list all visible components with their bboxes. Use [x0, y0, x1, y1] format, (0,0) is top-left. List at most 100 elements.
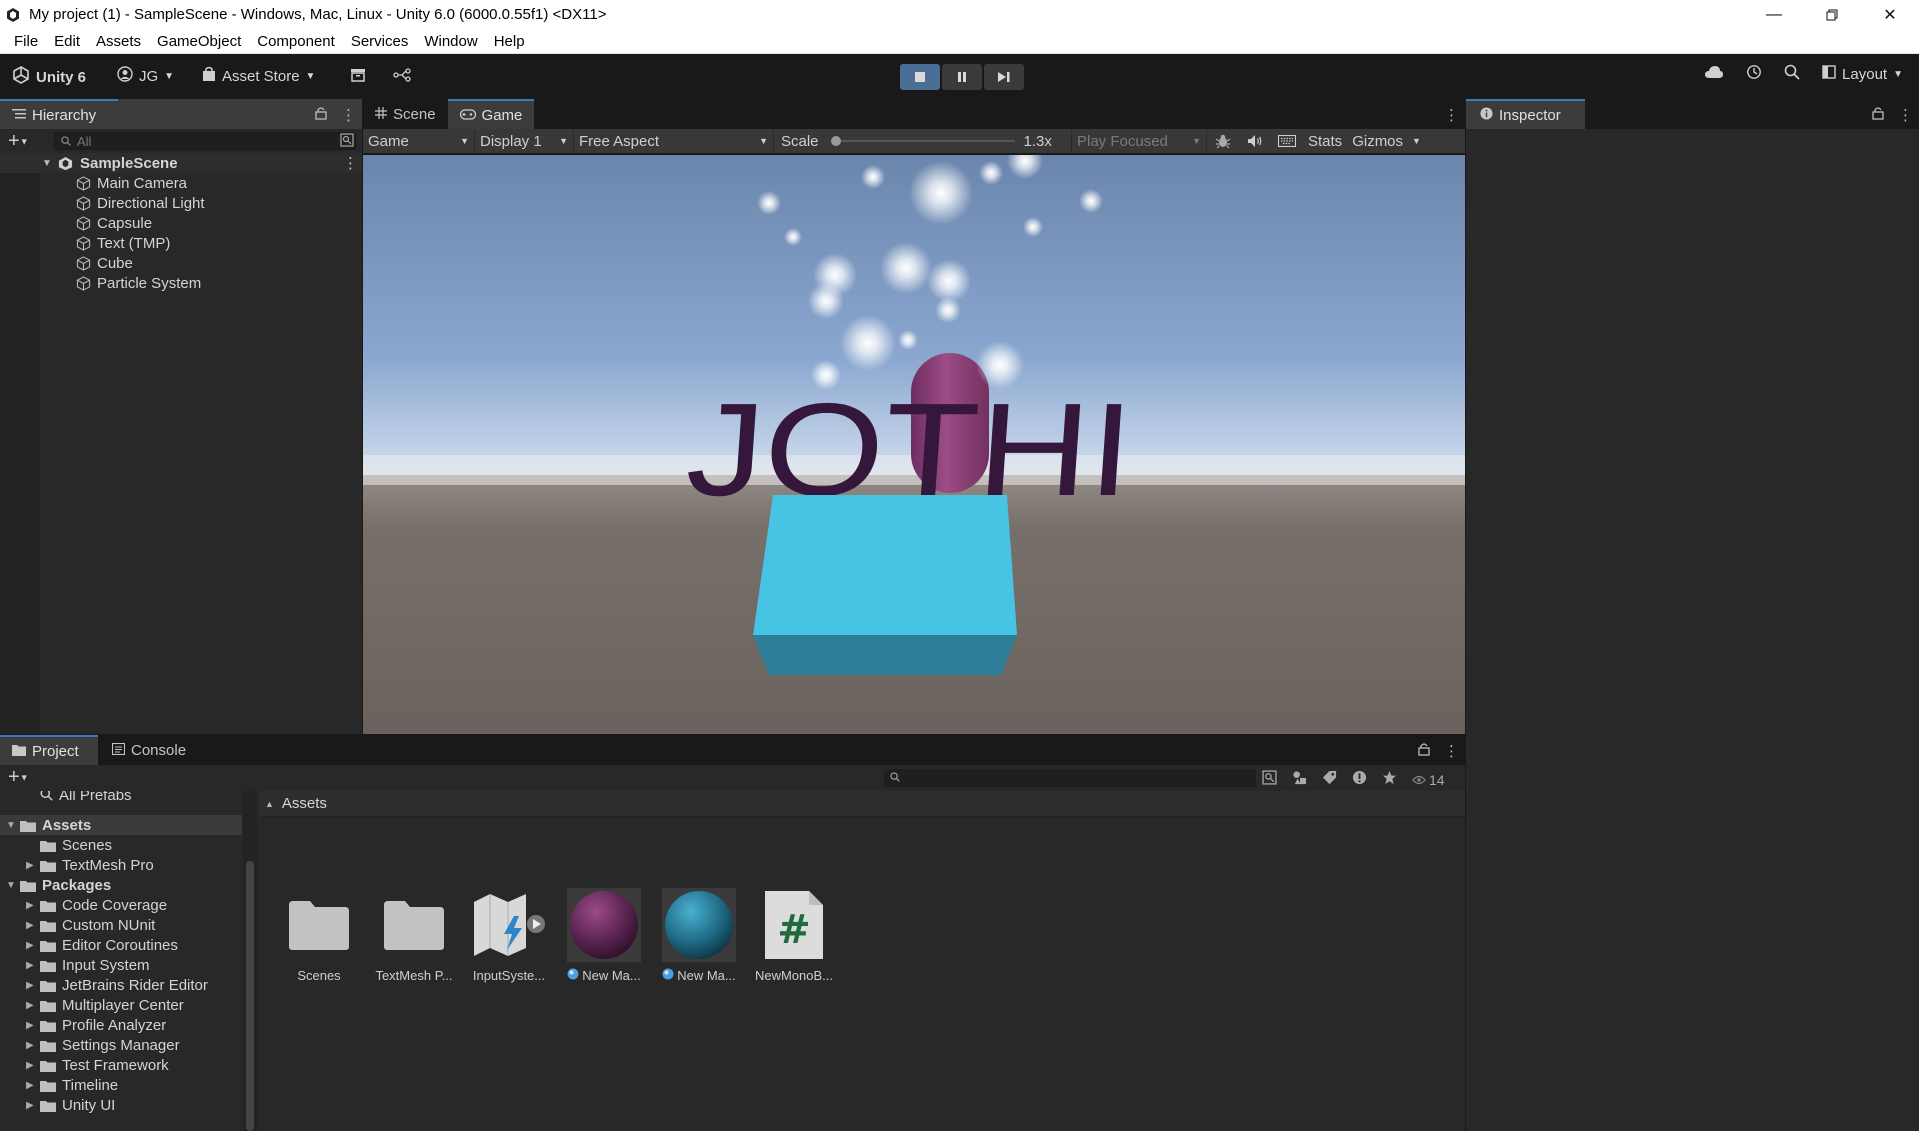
minimize-button[interactable]: —: [1745, 0, 1803, 29]
project-tree-item[interactable]: ▶ Editor Coroutines: [0, 935, 242, 955]
version-control-icon[interactable]: [393, 68, 411, 82]
hierarchy-item[interactable]: Directional Light: [0, 193, 362, 213]
play-focus-dropdown[interactable]: Play Focused ▼: [1072, 129, 1207, 153]
collapse-arrow-icon[interactable]: ▶: [26, 920, 34, 931]
hierarchy-item[interactable]: Main Camera: [0, 173, 362, 193]
tab-scene[interactable]: Scene: [363, 99, 448, 129]
project-tree-item[interactable]: ▶ Input System: [0, 955, 242, 975]
scene-row[interactable]: ▼ SampleScene ⋮: [0, 153, 362, 173]
game-viewport[interactable]: JOTHI: [363, 155, 1465, 734]
asset-input-actions[interactable]: InputSyste...: [467, 888, 551, 983]
warning-filter-icon[interactable]: [1352, 770, 1367, 789]
lock-icon[interactable]: [315, 106, 327, 124]
project-tree-item[interactable]: ▶ Multiplayer Center: [0, 995, 242, 1015]
filter-by-label-icon[interactable]: [1322, 770, 1337, 789]
chevron-up-icon[interactable]: ▲: [265, 799, 274, 809]
favorites-star-icon[interactable]: [1382, 770, 1397, 789]
hierarchy-item[interactable]: Cube: [0, 253, 362, 273]
lock-icon[interactable]: [1418, 742, 1430, 760]
project-tree-scrollbar[interactable]: [243, 791, 257, 1131]
keyboard-icon[interactable]: [1271, 135, 1303, 147]
favorites-all-prefabs[interactable]: All Prefabs: [0, 791, 242, 805]
breadcrumb-assets[interactable]: Assets: [282, 795, 327, 812]
collapse-arrow-icon[interactable]: ▶: [26, 1100, 34, 1111]
collapse-arrow-icon[interactable]: ▶: [26, 900, 34, 911]
scale-slider-handle[interactable]: [830, 136, 841, 146]
hierarchy-item[interactable]: Particle System: [0, 273, 362, 293]
collapse-arrow-icon[interactable]: ▶: [26, 1060, 34, 1071]
menu-gameobject[interactable]: GameObject: [149, 33, 249, 50]
add-object-button[interactable]: +▼: [8, 130, 29, 153]
more-options-icon[interactable]: ⋮: [1444, 106, 1459, 124]
collapse-arrow-icon[interactable]: ▶: [26, 1020, 34, 1031]
collapse-arrow-icon[interactable]: ▶: [26, 1000, 34, 1011]
asset-folder-textmesh[interactable]: TextMesh P...: [372, 888, 456, 983]
close-window-button[interactable]: ✕: [1861, 0, 1919, 29]
bug-icon[interactable]: [1207, 133, 1239, 149]
more-options-icon[interactable]: ⋮: [343, 154, 358, 172]
menu-edit[interactable]: Edit: [46, 33, 88, 50]
aspect-dropdown[interactable]: Free Aspect ▼: [574, 129, 774, 153]
pause-button[interactable]: [942, 64, 982, 90]
stop-button[interactable]: [900, 64, 940, 90]
hidden-packages-toggle[interactable]: 14: [1412, 772, 1445, 788]
project-tree-item[interactable]: ▶ Profile Analyzer: [0, 1015, 242, 1035]
project-tree-item[interactable]: Scenes: [0, 835, 242, 855]
project-tree-item[interactable]: ▶ Unity UI: [0, 1095, 242, 1115]
game-mode-dropdown[interactable]: Game ▼: [363, 129, 475, 153]
menu-help[interactable]: Help: [486, 33, 533, 50]
create-asset-button[interactable]: +▼: [8, 766, 29, 789]
project-search-input[interactable]: [884, 769, 1256, 787]
cloud-icon[interactable]: [1704, 65, 1724, 83]
project-tree-item[interactable]: ▶ TextMesh Pro: [0, 855, 242, 875]
menu-file[interactable]: File: [6, 33, 46, 50]
audio-mute-icon[interactable]: [1239, 134, 1271, 148]
collapse-arrow-icon[interactable]: ▶: [26, 960, 34, 971]
project-tree-item[interactable]: ▼ Assets: [0, 815, 242, 835]
chevron-down-icon[interactable]: ▼: [1408, 136, 1421, 146]
tab-console[interactable]: Console: [98, 735, 199, 765]
collapse-arrow-icon[interactable]: ▶: [26, 860, 34, 871]
tab-hierarchy[interactable]: Hierarchy: [0, 99, 118, 129]
asset-script[interactable]: # NewMonoB...: [752, 888, 836, 983]
layout-dropdown[interactable]: Layout ▼: [1822, 65, 1903, 83]
project-tree-item[interactable]: ▶ Test Framework: [0, 1055, 242, 1075]
history-icon[interactable]: [1746, 64, 1762, 84]
project-tree-item[interactable]: ▶ Code Coverage: [0, 895, 242, 915]
menu-component[interactable]: Component: [249, 33, 343, 50]
asset-material-purple[interactable]: New Ma...: [562, 888, 646, 983]
filter-by-type-icon[interactable]: [1292, 770, 1307, 789]
project-tree-item[interactable]: ▶ Custom NUnit: [0, 915, 242, 935]
menu-window[interactable]: Window: [416, 33, 485, 50]
archive-icon[interactable]: [350, 68, 366, 82]
hierarchy-search-input[interactable]: All: [54, 132, 356, 150]
asset-store-dropdown[interactable]: Asset Store ▼: [202, 66, 315, 86]
project-tree-item[interactable]: ▶ JetBrains Rider Editor: [0, 975, 242, 995]
hierarchy-item[interactable]: Capsule: [0, 213, 362, 233]
project-tree-item[interactable]: ▼ Packages: [0, 875, 242, 895]
lock-icon[interactable]: [1872, 106, 1884, 124]
collapse-arrow-icon[interactable]: ▶: [26, 980, 34, 991]
more-options-icon[interactable]: ⋮: [1898, 106, 1913, 124]
restore-button[interactable]: [1803, 0, 1861, 29]
account-dropdown[interactable]: JG ▼: [117, 66, 174, 86]
menu-services[interactable]: Services: [343, 33, 417, 50]
tab-project[interactable]: Project: [0, 735, 98, 765]
stats-button[interactable]: Stats: [1303, 133, 1347, 150]
tab-inspector[interactable]: Inspector: [1466, 99, 1585, 129]
more-options-icon[interactable]: ⋮: [1444, 742, 1459, 760]
asset-material-teal[interactable]: New Ma...: [657, 888, 741, 983]
scale-slider[interactable]: [830, 136, 1015, 146]
asset-folder-scenes[interactable]: Scenes: [277, 888, 361, 983]
project-tree-item[interactable]: ▶ Timeline: [0, 1075, 242, 1095]
unity-version-button[interactable]: Unity 6: [12, 66, 86, 88]
hierarchy-item[interactable]: Text (TMP): [0, 233, 362, 253]
expand-arrow-icon[interactable]: ▼: [42, 158, 52, 169]
more-options-icon[interactable]: ⋮: [341, 106, 356, 124]
step-button[interactable]: [984, 64, 1024, 90]
expand-arrow-icon[interactable]: ▼: [6, 820, 16, 831]
display-dropdown[interactable]: Display 1 ▼: [475, 129, 574, 153]
collapse-arrow-icon[interactable]: ▶: [26, 1080, 34, 1091]
project-tree-item[interactable]: ▶ Settings Manager: [0, 1035, 242, 1055]
menu-assets[interactable]: Assets: [88, 33, 149, 50]
